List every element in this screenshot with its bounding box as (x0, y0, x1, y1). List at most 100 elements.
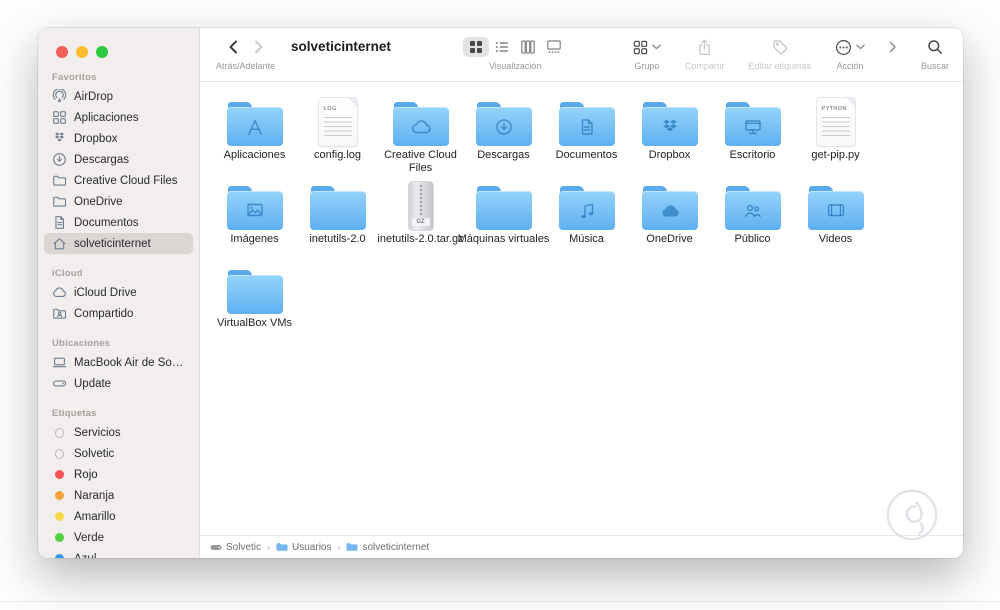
file-item[interactable]: Dropbox (628, 94, 711, 178)
sidebar-item-airdrop[interactable]: AirDrop (44, 86, 193, 107)
file-item[interactable]: LOG config.log (296, 94, 379, 178)
documents-folder-icon (558, 102, 615, 146)
sidebar-tag-azul[interactable]: Azul (44, 548, 193, 558)
file-item[interactable]: Imágenes (213, 178, 296, 262)
file-item[interactable]: GZ inetutils-2.0.tar.gz (377, 178, 464, 262)
nav-label: Atrás/Adelante (216, 61, 276, 71)
sidebar-item-label: Amarillo (74, 510, 116, 523)
sidebar-item-label: Azul (74, 553, 96, 559)
sidebar-tag-verde[interactable]: Verde (44, 527, 193, 548)
sidebar-item-label: iCloud Drive (74, 286, 137, 299)
sidebar-item-solveticinternet[interactable]: solveticinternet (44, 233, 193, 254)
file-item[interactable]: Creative Cloud Files (379, 94, 462, 178)
path-segment-solveticinternet[interactable]: solveticinternet (346, 542, 429, 553)
public-folder-icon (724, 186, 781, 230)
document-icon (55, 216, 64, 229)
creative-cloud-folder-icon (392, 102, 449, 146)
sidebar-item-label: Dropbox (74, 132, 118, 145)
sidebar-tag-solvetic[interactable]: Solvetic (44, 443, 193, 464)
sidebar-item-compartido[interactable]: Compartido (44, 303, 193, 324)
sidebar-item-descargas[interactable]: Descargas (44, 149, 193, 170)
sidebar-item-label: Rojo (74, 468, 98, 481)
file-item[interactable]: Videos (794, 178, 877, 262)
close-window-button[interactable] (56, 46, 68, 58)
view-columns-button[interactable] (515, 37, 541, 57)
sidebar-tag-naranja[interactable]: Naranja (44, 485, 193, 506)
chevron-right-icon: › (267, 542, 271, 552)
log-file-icon: LOG (318, 98, 357, 146)
file-item[interactable]: inetutils-2.0 (296, 178, 379, 262)
sidebar-item-creative-cloud-files[interactable]: Creative Cloud Files (44, 170, 193, 191)
minimize-window-button[interactable] (76, 46, 88, 58)
folder-icon (53, 175, 67, 186)
tag-dot (55, 427, 64, 438)
pictures-folder-icon (226, 186, 283, 230)
file-item[interactable]: PYTHON get-pip.py (794, 94, 877, 178)
cloud-icon (53, 287, 66, 297)
path-segment-usuarios[interactable]: Usuarios (276, 542, 331, 553)
view-icons-button[interactable] (463, 37, 490, 57)
chevron-right-icon: › (337, 542, 341, 552)
toolbar-overflow[interactable] (889, 37, 897, 57)
group-icon (633, 40, 648, 54)
tag-dot (55, 533, 64, 542)
file-browser[interactable]: Aplicaciones LOG config.log Creative Clo… (200, 82, 963, 535)
maximize-window-button[interactable] (96, 46, 108, 58)
action-icon (835, 39, 851, 55)
sidebar-item-documentos[interactable]: Documentos (44, 212, 193, 233)
sidebar-tag-servicios[interactable]: Servicios (44, 422, 193, 443)
sidebar-item-label: Update (74, 377, 112, 390)
folder-icon (276, 543, 288, 551)
sidebar: Favoritos AirDrop Aplicaciones Dropbox D… (38, 28, 200, 558)
sidebar-item-label: Servicios (74, 426, 121, 439)
view-gallery-button[interactable] (541, 37, 567, 57)
sidebar-item-dropbox[interactable]: Dropbox (44, 128, 193, 149)
path-bar: Solvetic › Usuarios › solveticinternet (200, 535, 963, 558)
sidebar-item-aplicaciones[interactable]: Aplicaciones (44, 107, 193, 128)
sidebar-item-macbook-air[interactable]: MacBook Air de Solvetic (44, 352, 193, 373)
file-item[interactable]: Documentos (545, 94, 628, 178)
folder-icon (53, 196, 67, 207)
search-button[interactable]: Buscar (921, 37, 949, 71)
gallery-view-icon (547, 40, 561, 53)
file-item[interactable]: Descargas (462, 94, 545, 178)
solvetic-watermark-logo (886, 489, 938, 541)
sidebar-section-etiquetas: Etiquetas (52, 408, 97, 419)
back-button[interactable] (227, 39, 239, 55)
sidebar-item-label: Creative Cloud Files (74, 174, 178, 187)
edit-tags-label: Editar etiquetas (748, 61, 811, 71)
airdrop-icon (52, 89, 67, 102)
forward-button[interactable] (253, 39, 265, 55)
folder-icon (309, 186, 366, 230)
file-item[interactable]: VirtualBox VMs (213, 262, 296, 346)
action-label: Acción (836, 61, 864, 71)
path-segment-disk[interactable]: Solvetic (210, 542, 261, 553)
sidebar-tag-rojo[interactable]: Rojo (44, 464, 193, 485)
file-item[interactable]: Música (545, 178, 628, 262)
sidebar-section-ubicaciones: Ubicaciones (52, 338, 111, 349)
sidebar-item-label: Compartido (74, 307, 134, 320)
sidebar-item-onedrive[interactable]: OneDrive (44, 191, 193, 212)
share-button[interactable]: Compartir (685, 37, 724, 71)
file-item[interactable]: Máquinas virtuales (458, 178, 549, 262)
edit-tags-button[interactable]: Editar etiquetas (748, 37, 811, 71)
nav-group: Atrás/Adelante (216, 37, 275, 71)
view-list-button[interactable] (489, 37, 515, 57)
sidebar-item-label: Verde (74, 531, 105, 544)
file-item[interactable]: OneDrive (628, 178, 711, 262)
music-folder-icon (558, 186, 615, 230)
sidebar-item-update[interactable]: Update (44, 373, 193, 394)
action-button[interactable]: Acción (835, 37, 865, 71)
columns-view-icon (521, 40, 535, 54)
file-item[interactable]: Aplicaciones (213, 94, 296, 178)
page-divider (0, 601, 1000, 602)
sidebar-item-icloud-drive[interactable]: iCloud Drive (44, 282, 193, 303)
group-button[interactable]: Grupo (633, 37, 661, 71)
laptop-icon (52, 357, 67, 368)
sidebar-item-label: OneDrive (74, 195, 123, 208)
tag-dot (55, 491, 64, 500)
file-item[interactable]: Escritorio (711, 94, 794, 178)
sidebar-tag-amarillo[interactable]: Amarillo (44, 506, 193, 527)
tag-icon (773, 40, 787, 55)
file-item[interactable]: Público (711, 178, 794, 262)
